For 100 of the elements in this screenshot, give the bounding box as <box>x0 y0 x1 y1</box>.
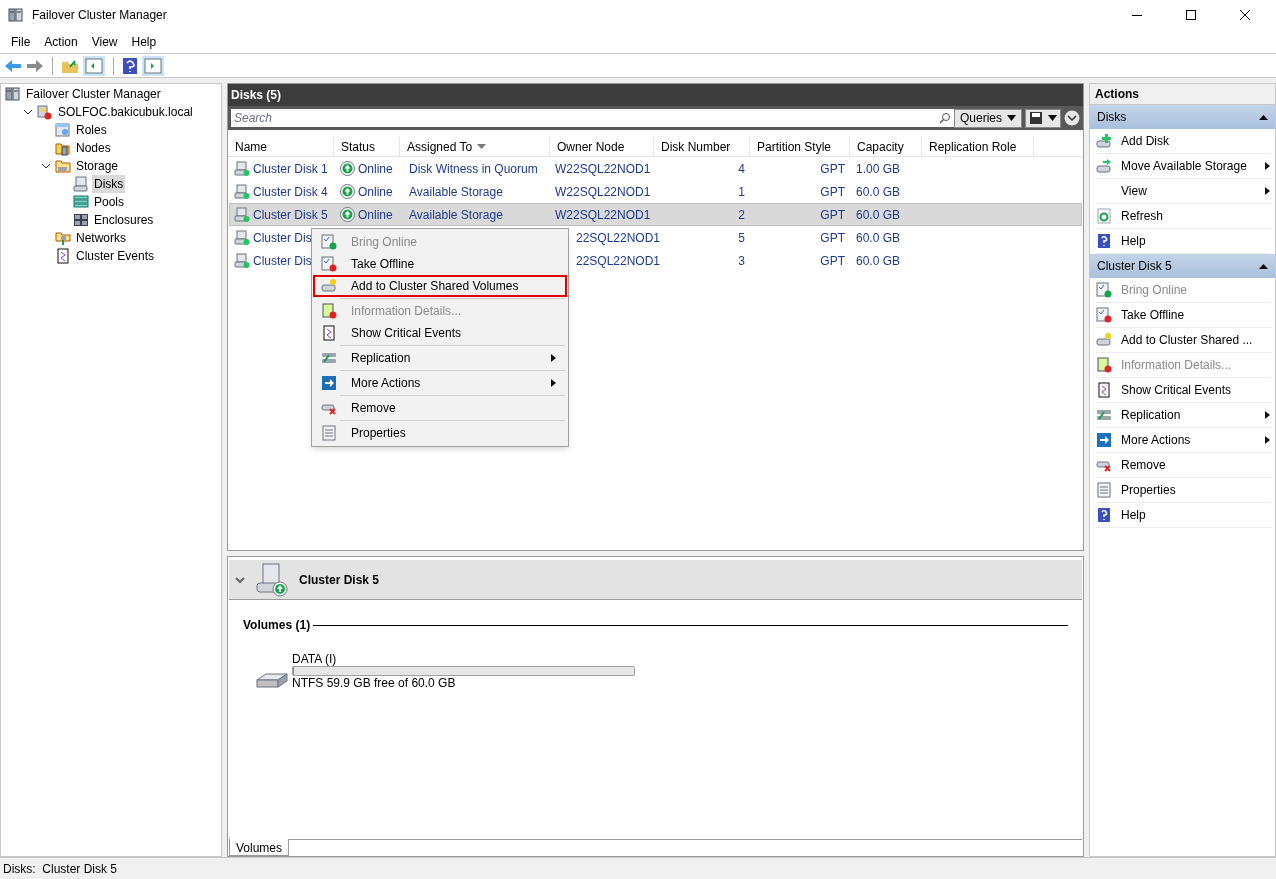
help-icon <box>1096 507 1112 523</box>
stacked-layers-icon <box>73 194 89 210</box>
menu-item[interactable]: Add to Cluster Shared Volumes <box>313 275 567 297</box>
column-header[interactable]: Capacity <box>850 137 922 156</box>
column-header[interactable]: Status <box>334 137 400 156</box>
task-link[interactable]: View <box>1096 179 1271 204</box>
tree-item[interactable]: Roles <box>74 121 109 139</box>
checklist-down-icon <box>1096 307 1112 323</box>
section-title: Volumes (1) <box>243 617 311 634</box>
column-header[interactable]: Replication Role <box>922 137 1034 156</box>
table-cell: 22SQL22NOD1 <box>576 253 661 268</box>
task-link[interactable]: Refresh <box>1096 204 1271 229</box>
event-log-icon <box>321 325 337 341</box>
menu-item[interactable]: Take Offline <box>313 253 567 275</box>
sort-caret-icon <box>477 144 487 149</box>
section-header[interactable]: Disks <box>1090 105 1275 129</box>
queries-button[interactable]: Queries <box>953 108 1022 128</box>
submenu-arrow-icon <box>1265 187 1271 195</box>
task-link[interactable]: Add to Cluster Shared ... <box>1096 328 1271 353</box>
help-icon <box>1096 233 1112 249</box>
minimize-icon <box>1132 14 1142 16</box>
menu-item[interactable]: More Actions <box>313 372 567 394</box>
disk-icon <box>234 252 250 269</box>
column-header[interactable]: Assigned To <box>400 137 550 156</box>
table-cell: 60.0 GB <box>856 230 901 245</box>
grid-icon <box>73 212 89 228</box>
menu-item[interactable]: View <box>84 32 125 51</box>
section-header[interactable]: Cluster Disk 5 <box>1090 254 1275 278</box>
help-icon[interactable] <box>122 56 138 75</box>
search-field[interactable]: Search <box>231 109 955 127</box>
menu-item[interactable]: Properties <box>313 422 567 444</box>
event-log-icon <box>55 248 71 264</box>
table-cell: 4 <box>738 161 745 176</box>
tree-item[interactable]: Storage <box>74 157 121 175</box>
column-header[interactable]: Name <box>228 137 334 156</box>
tree-item[interactable]: Cluster Events <box>74 247 157 265</box>
table-cell-text: Cluster Disk 4 <box>253 183 328 201</box>
drive-star-icon <box>321 278 337 294</box>
folder-icon <box>55 158 71 174</box>
window-gear-icon <box>55 122 71 138</box>
action-pane-icon[interactable] <box>142 55 164 76</box>
properties-icon <box>321 425 337 441</box>
tab[interactable]: Volumes <box>229 839 290 856</box>
table-cell-text: Online <box>358 183 393 201</box>
task-link[interactable]: Help <box>1096 503 1271 528</box>
menu-item[interactable]: Show Critical Events <box>313 322 567 344</box>
tree-item[interactable]: Nodes <box>74 139 113 157</box>
checklist-down-icon <box>321 256 337 272</box>
task-link[interactable]: Properties <box>1096 478 1271 503</box>
table-cell: Disk Witness in Quorum <box>409 161 538 176</box>
table-cell: 60.0 GB <box>856 253 901 268</box>
save-query-button[interactable] <box>1025 108 1061 128</box>
folder-up-icon[interactable] <box>61 57 79 74</box>
tree-item[interactable]: Pools <box>92 193 127 211</box>
table-cell: W22SQL22NOD1 <box>555 161 651 176</box>
menu-item[interactable]: Remove <box>313 397 567 419</box>
chevron-down-icon[interactable] <box>23 108 33 116</box>
table-cell: 60.0 GB <box>856 184 901 199</box>
table-cell-text: Cluster Dis <box>253 252 312 270</box>
selected-row[interactable]: Cluster Disk 5 Online Available Storage W22SQL22NOD1 2 GPT 60.0 GB <box>229 203 1082 226</box>
back-arrow-icon[interactable] <box>4 57 22 74</box>
table-cell: W22SQL22NOD1 <box>555 184 651 199</box>
show-pane-icon[interactable] <box>83 55 105 76</box>
menu-item[interactable]: Action <box>37 32 85 51</box>
submenu-arrow-icon <box>1265 162 1271 170</box>
task-link[interactable]: More Actions <box>1096 428 1271 453</box>
column-header[interactable]: Owner Node <box>550 137 654 156</box>
task-link[interactable]: Remove <box>1096 453 1271 478</box>
maximize-icon <box>1186 10 1196 20</box>
drive-star-icon <box>1096 332 1112 348</box>
replication-icon <box>1096 407 1112 423</box>
tree-item[interactable]: SOLFOC.bakicubuk.local <box>56 103 195 121</box>
menu-item[interactable]: Help <box>124 32 164 51</box>
column-header[interactable]: Disk Number <box>654 137 750 156</box>
tree-item[interactable]: Disks <box>92 175 126 193</box>
task-link[interactable]: Take Offline <box>1096 303 1271 328</box>
drive-plus-icon <box>1096 133 1112 149</box>
tree-item[interactable]: Networks <box>74 229 128 247</box>
menu-item[interactable]: Replication <box>313 347 567 369</box>
tree-item[interactable]: Enclosures <box>92 211 156 229</box>
volume-name: DATA (I) <box>292 652 338 666</box>
task-link[interactable]: Move Available Storage <box>1096 154 1271 179</box>
menu-item[interactable]: File <box>4 32 38 51</box>
task-link[interactable]: Replication <box>1096 403 1271 428</box>
disk-icon <box>234 183 250 200</box>
chevron-down-icon[interactable] <box>41 162 51 170</box>
table-cell: 1.00 GB <box>856 161 901 176</box>
table-cell: 60.0 GB <box>856 207 901 222</box>
task-link[interactable]: Show Critical Events <box>1096 378 1271 403</box>
forward-arrow-icon[interactable] <box>26 57 44 74</box>
tree-item[interactable]: Failover Cluster Manager <box>24 85 163 103</box>
notebook-alert-icon <box>321 303 337 319</box>
table-cell-text: Online <box>358 160 393 178</box>
drive-arrow-icon <box>1096 158 1112 174</box>
notebook-alert-icon <box>1096 357 1112 373</box>
table-cell: 22SQL22NOD1 <box>576 230 661 245</box>
collapse-toolbar-icon[interactable] <box>1064 110 1080 126</box>
task-link[interactable]: Add Disk <box>1096 129 1271 154</box>
column-header[interactable]: Partition Style <box>750 137 850 156</box>
collapse-caret-icon <box>1259 263 1268 269</box>
